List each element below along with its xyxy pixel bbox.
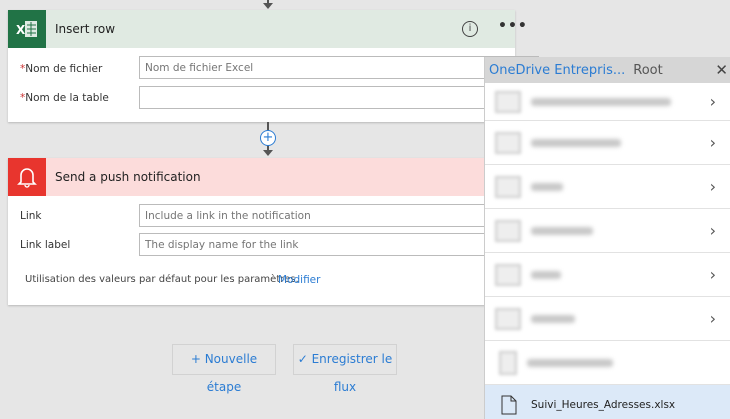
file-name-input[interactable]: [139, 56, 539, 79]
blurred-name: [531, 270, 561, 279]
card-title: Insert row: [55, 22, 116, 36]
arrow-down-icon: [263, 3, 273, 9]
blurred-name: [531, 182, 563, 191]
folder-item[interactable]: ›: [485, 253, 730, 297]
save-flow-button[interactable]: ✓ Enregistrer le flux: [293, 344, 397, 394]
button-label: ✓ Enregistrer le: [297, 352, 393, 366]
arrow-down-icon: [263, 150, 273, 156]
chevron-right-icon[interactable]: ›: [710, 133, 716, 152]
file-item[interactable]: [485, 341, 730, 385]
folder-icon: [495, 307, 521, 330]
defaults-text: Utilisation des valeurs par défaut pour …: [25, 274, 299, 285]
field-label: Link label: [20, 239, 71, 251]
field-label: Link: [20, 210, 42, 222]
link-input[interactable]: [139, 204, 539, 227]
folder-icon: [495, 131, 521, 154]
blurred-name: [531, 138, 621, 147]
folder-item[interactable]: ›: [485, 83, 730, 121]
folder-item[interactable]: ›: [485, 121, 730, 165]
more-options-icon[interactable]: •••: [498, 18, 528, 34]
bell-icon: [8, 158, 46, 196]
folder-icon: [495, 263, 521, 286]
add-step-plus-icon[interactable]: +: [260, 130, 276, 146]
close-icon[interactable]: ✕: [715, 61, 728, 79]
blurred-name: [531, 314, 575, 323]
folder-icon: [495, 175, 521, 198]
excel-icon: X: [8, 10, 46, 48]
field-label: *Nom de la table: [20, 92, 109, 104]
breadcrumb-current: Root: [633, 62, 663, 78]
push-notification-card: Send a push notification Link Link label…: [8, 158, 539, 305]
chevron-right-icon[interactable]: ›: [710, 309, 716, 328]
insert-row-header[interactable]: X Insert row i •••: [8, 10, 527, 48]
svg-text:X: X: [16, 23, 26, 37]
blurred-name: [531, 226, 593, 235]
picker-breadcrumb: OneDrive Entrepris... Root ✕: [485, 57, 730, 83]
file-icon: [501, 395, 517, 414]
folder-icon: [495, 219, 521, 242]
button-label: étape: [206, 380, 242, 394]
blurred-name: [527, 358, 613, 367]
field-label: *Nom de fichier: [20, 63, 103, 75]
folder-item[interactable]: ›: [485, 297, 730, 341]
file-icon: [499, 350, 517, 375]
insert-row-card: X Insert row i ••• *Nom de fichier *Nom …: [8, 10, 539, 122]
blurred-name: [531, 97, 671, 106]
card-title: Send a push notification: [55, 170, 201, 184]
table-name-input[interactable]: [139, 86, 539, 109]
button-label: flux: [333, 380, 357, 394]
info-icon[interactable]: i: [462, 21, 478, 37]
chevron-right-icon[interactable]: ›: [710, 221, 716, 240]
button-label: + Nouvelle: [190, 352, 258, 366]
selected-file-item[interactable]: Suivi_Heures_Adresses.xlsx: [485, 385, 730, 419]
modify-link[interactable]: Modifier: [278, 274, 320, 286]
chevron-right-icon[interactable]: ›: [710, 92, 716, 111]
chevron-right-icon[interactable]: ›: [710, 177, 716, 196]
chevron-right-icon[interactable]: ›: [710, 265, 716, 284]
breadcrumb-source[interactable]: OneDrive Entrepris...: [489, 63, 625, 78]
folder-icon: [495, 90, 521, 113]
file-picker-panel: OneDrive Entrepris... Root ✕ › › › › › ›…: [484, 57, 730, 419]
new-step-button[interactable]: + Nouvelle étape: [172, 344, 276, 394]
file-name: Suivi_Heures_Adresses.xlsx: [531, 398, 676, 411]
folder-item[interactable]: ›: [485, 209, 730, 253]
folder-item[interactable]: ›: [485, 165, 730, 209]
push-notification-header[interactable]: Send a push notification: [8, 158, 515, 196]
link-label-input[interactable]: [139, 233, 539, 256]
